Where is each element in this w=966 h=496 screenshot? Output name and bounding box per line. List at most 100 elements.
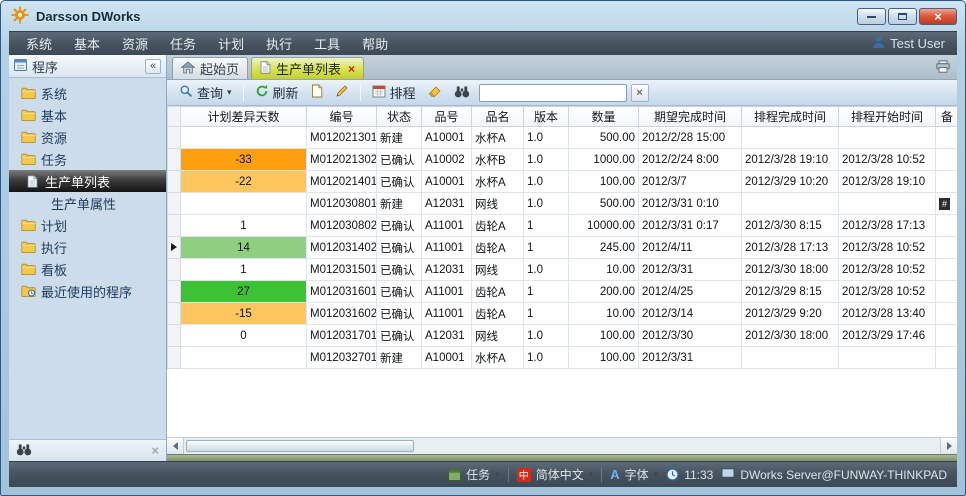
grid-cell[interactable]: -33	[181, 149, 307, 171]
search-input[interactable]	[479, 84, 627, 102]
grid-cell[interactable]: 2012/3/30 18:00	[742, 325, 839, 347]
sidebar-item[interactable]: 基本	[9, 104, 166, 126]
status-font-menu[interactable]: A 字体 ▾	[610, 466, 658, 483]
column-header[interactable]: 编号	[307, 107, 377, 127]
grid-cell[interactable]: 1	[181, 215, 307, 237]
grid-cell[interactable]: 齿轮A	[472, 237, 524, 259]
row-selector[interactable]	[168, 325, 181, 347]
table-row[interactable]: M012032701新建A10001水杯A1.0100.002012/3/31	[168, 347, 958, 369]
grid-cell[interactable]: 2012/3/29 8:15	[742, 281, 839, 303]
scrollbar-thumb[interactable]	[186, 440, 414, 452]
grid-cell[interactable]: 1.0	[524, 347, 569, 369]
grid-cell[interactable]	[936, 303, 958, 325]
menu-item[interactable]: 资源	[111, 32, 159, 55]
grid-cell[interactable]: 已确认	[377, 325, 422, 347]
row-selector[interactable]	[168, 193, 181, 215]
table-row[interactable]: -15M012031602已确认A11001齿轮A110.002012/3/14…	[168, 303, 958, 325]
grid-cell[interactable]: 1	[181, 259, 307, 281]
grid-cell[interactable]: 1000.00	[569, 149, 639, 171]
grid-cell[interactable]: 2012/3/28 10:52	[839, 281, 936, 303]
menu-item[interactable]: 执行	[255, 32, 303, 55]
grid-cell[interactable]: 齿轮A	[472, 215, 524, 237]
grid-cell[interactable]	[936, 325, 958, 347]
column-header[interactable]: 品号	[422, 107, 472, 127]
grid-cell[interactable]: 2012/3/30	[639, 325, 742, 347]
horizontal-scrollbar[interactable]	[167, 437, 957, 454]
row-selector[interactable]	[168, 149, 181, 171]
close-button[interactable]: ×	[919, 8, 957, 25]
grid-cell[interactable]: 2012/4/11	[639, 237, 742, 259]
grid-cell[interactable]	[936, 347, 958, 369]
row-selector[interactable]	[168, 259, 181, 281]
grid-cell[interactable]: 2012/3/29 10:20	[742, 171, 839, 193]
grid-cell[interactable]	[936, 127, 958, 149]
grid-cell[interactable]: 新建	[377, 193, 422, 215]
query-button[interactable]: 查询 ▾	[174, 81, 237, 104]
scroll-right-button[interactable]	[940, 438, 957, 454]
grid-cell[interactable]: A10001	[422, 347, 472, 369]
new-button[interactable]	[306, 82, 328, 103]
grid-cell[interactable]: 已确认	[377, 237, 422, 259]
status-task-menu[interactable]: 任务 ▾	[448, 466, 500, 483]
column-header[interactable]: 排程完成时间	[742, 107, 839, 127]
grid-cell[interactable]: 2012/3/28 17:13	[742, 237, 839, 259]
scroll-left-button[interactable]	[167, 438, 184, 454]
grid-cell[interactable]: 2012/4/25	[639, 281, 742, 303]
grid-cell[interactable]	[839, 127, 936, 149]
grid-cell[interactable]: 2012/3/29 9:20	[742, 303, 839, 325]
grid-cell[interactable]: M012031602	[307, 303, 377, 325]
grid-cell[interactable]: 已确认	[377, 171, 422, 193]
grid-cell[interactable]: 2012/3/28 10:52	[839, 237, 936, 259]
grid-cell[interactable]: 已确认	[377, 281, 422, 303]
grid-cell[interactable]: M012021302	[307, 149, 377, 171]
grid-cell[interactable]: 10000.00	[569, 215, 639, 237]
binoculars-icon[interactable]	[16, 443, 32, 459]
menu-item[interactable]: 任务	[159, 32, 207, 55]
table-row[interactable]: -33M012021302已确认A10002水杯B1.01000.002012/…	[168, 149, 958, 171]
grid-cell[interactable]: 1.0	[524, 259, 569, 281]
grid-cell[interactable]: 27	[181, 281, 307, 303]
grid-cell[interactable]: 2012/3/28 10:52	[839, 149, 936, 171]
grid-cell[interactable]: 2012/2/28 15:00	[639, 127, 742, 149]
find-button[interactable]	[449, 83, 475, 103]
grid-cell[interactable]: 已确认	[377, 149, 422, 171]
grid-cell[interactable]: M012021401	[307, 171, 377, 193]
grid-cell[interactable]	[839, 193, 936, 215]
tab-home[interactable]: 起始页	[172, 57, 248, 79]
grid-cell[interactable]: 2012/3/29 17:46	[839, 325, 936, 347]
column-header[interactable]: 品名	[472, 107, 524, 127]
column-header[interactable]: 期望完成时间	[639, 107, 742, 127]
grid-cell[interactable]: 100.00	[569, 347, 639, 369]
grid-cell[interactable]: 已确认	[377, 215, 422, 237]
grid-cell[interactable]: 14	[181, 237, 307, 259]
grid-cell[interactable]: -22	[181, 171, 307, 193]
grid-cell[interactable]: 10.00	[569, 259, 639, 281]
column-header[interactable]: 排程开始时间	[839, 107, 936, 127]
grid-cell[interactable]: M012031501	[307, 259, 377, 281]
grid-cell[interactable]: A11001	[422, 237, 472, 259]
grid-cell[interactable]	[742, 127, 839, 149]
grid-cell[interactable]: M012032701	[307, 347, 377, 369]
grid-cell[interactable]: 2012/3/28 19:10	[839, 171, 936, 193]
row-selector[interactable]	[168, 237, 181, 259]
grid-cell[interactable]: 1.0	[524, 127, 569, 149]
grid-cell[interactable]	[936, 237, 958, 259]
grid-cell[interactable]: A10001	[422, 171, 472, 193]
sidebar-item[interactable]: 看板	[9, 258, 166, 280]
user-area[interactable]: Test User	[872, 35, 951, 52]
grid-cell[interactable]: A11001	[422, 281, 472, 303]
grid-cell[interactable]	[181, 193, 307, 215]
grid-cell[interactable]: M012031402	[307, 237, 377, 259]
table-row[interactable]: 1M012031501已确认A12031网线1.010.002012/3/312…	[168, 259, 958, 281]
menu-item[interactable]: 基本	[63, 32, 111, 55]
grid-cell[interactable]: 1	[524, 215, 569, 237]
grid-cell[interactable]	[181, 127, 307, 149]
table-row[interactable]: 14M012031402已确认A11001齿轮A1245.002012/4/11…	[168, 237, 958, 259]
table-row[interactable]: -22M012021401已确认A10001水杯A1.0100.002012/3…	[168, 171, 958, 193]
table-row[interactable]: M012021301新建A10001水杯A1.0500.002012/2/28 …	[168, 127, 958, 149]
column-header[interactable]: 计划差异天数	[181, 107, 307, 127]
sidebar-item[interactable]: 任务	[9, 148, 166, 170]
grid-cell[interactable]	[742, 193, 839, 215]
grid-cell[interactable]	[742, 347, 839, 369]
grid-cell[interactable]: 已确认	[377, 259, 422, 281]
